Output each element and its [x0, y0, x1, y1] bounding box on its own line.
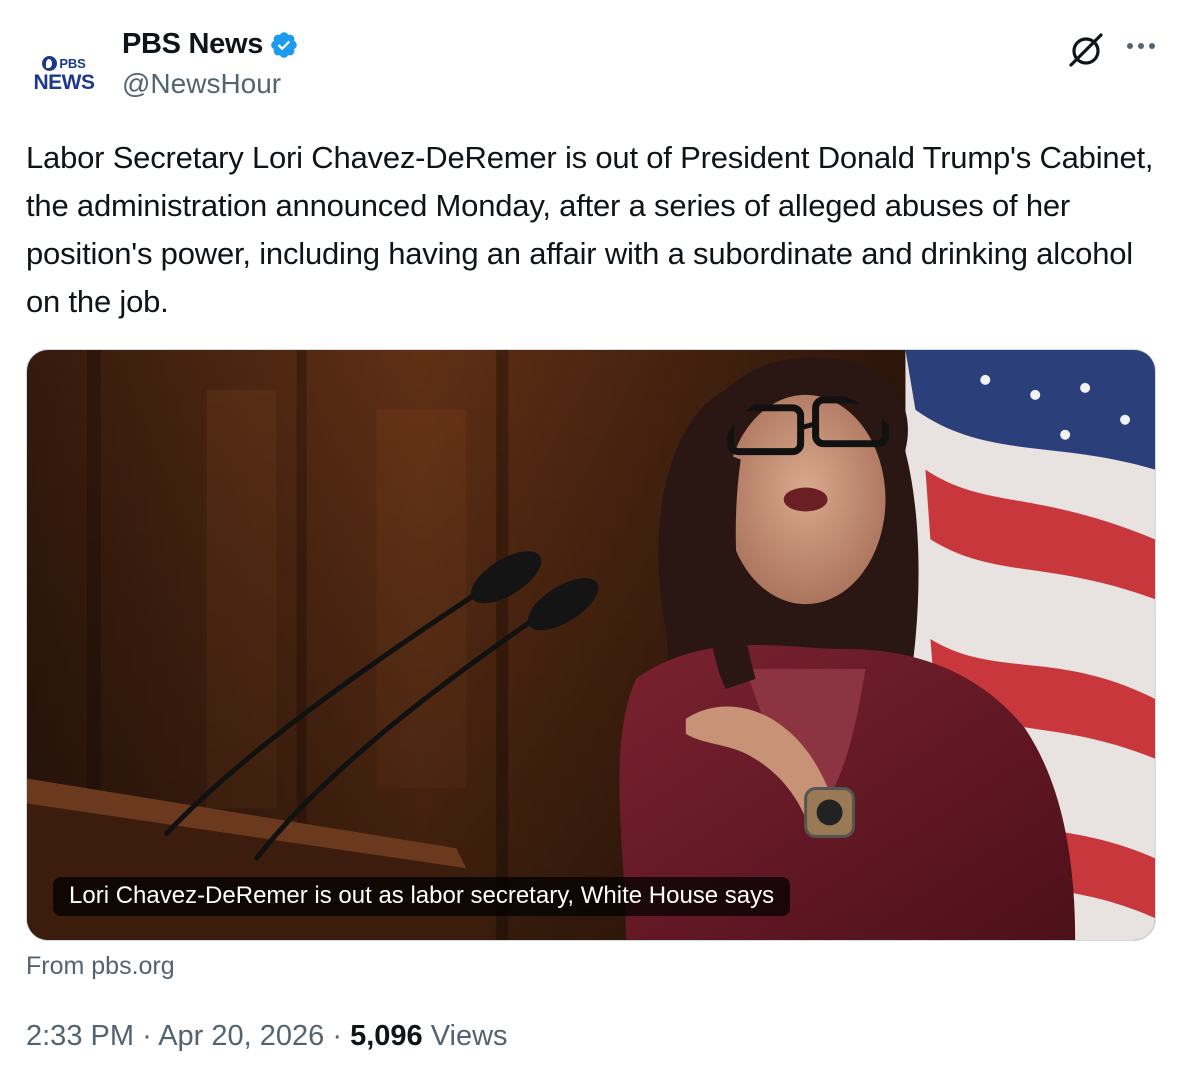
tweet-meta: 2:33 PM · Apr 20, 2026 · 5,096 Views [26, 1020, 508, 1053]
more-options-icon[interactable] [1124, 36, 1158, 56]
card-caption: Lori Chavez-DeRemer is out as labor secr… [53, 877, 791, 916]
tweet-time[interactable]: 2:33 PM [26, 1020, 134, 1052]
meta-separator: · [332, 1020, 343, 1052]
avatar-logo-top: PBS [59, 55, 86, 71]
views-label: Views [430, 1020, 508, 1052]
avatar-logo-bottom: NEWS [33, 70, 96, 94]
author-display-name[interactable]: PBS News [122, 28, 263, 61]
card-source[interactable]: From pbs.org [26, 952, 175, 981]
tweet-date[interactable]: Apr 20, 2026 [158, 1020, 324, 1052]
meta-separator: · [142, 1020, 152, 1052]
avatar[interactable]: PBS NEWS [24, 32, 104, 112]
verified-badge-icon[interactable] [269, 30, 299, 60]
author-name-row: PBS News [122, 28, 299, 61]
pbs-head-icon [42, 55, 58, 71]
grok-icon[interactable] [1066, 30, 1106, 70]
pbs-logo: PBS [42, 55, 86, 71]
views-count[interactable]: 5,096 [350, 1020, 423, 1052]
tweet-text: Labor Secretary Lori Chavez-DeRemer is o… [26, 140, 1154, 319]
article-photo [27, 350, 1155, 940]
link-card[interactable]: Lori Chavez-DeRemer is out as labor secr… [26, 349, 1156, 941]
author-handle[interactable]: @NewsHour [122, 68, 281, 100]
